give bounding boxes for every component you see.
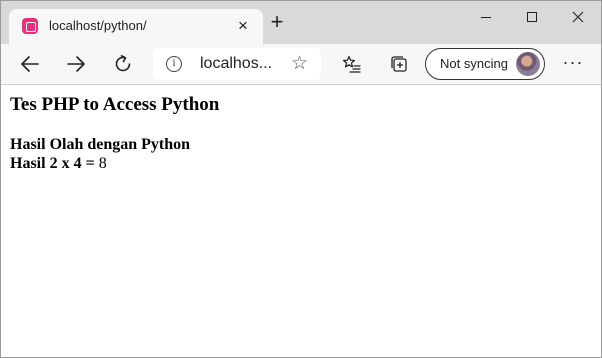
window-close-button[interactable] (555, 1, 601, 33)
favorites-button[interactable] (337, 49, 367, 79)
arrow-left-icon (21, 56, 39, 72)
collections-icon (391, 56, 407, 72)
collections-button[interactable] (384, 49, 414, 79)
info-icon[interactable]: i (166, 56, 182, 72)
result-value: 8 (98, 155, 107, 172)
minimize-button[interactable] (463, 1, 509, 33)
maximize-button[interactable] (509, 1, 555, 33)
favorite-star-icon[interactable]: ☆ (291, 52, 308, 76)
toolbar: i localhos... ☆ Not syncing ··· (1, 44, 601, 85)
address-bar[interactable]: i localhos... ☆ (153, 48, 321, 80)
result-line: Hasil 2 x 4 = 8 (10, 155, 107, 173)
minimize-icon (481, 17, 491, 18)
refresh-button[interactable] (108, 49, 138, 79)
page-content: Tes PHP to Access Python Hasil Olah deng… (1, 86, 601, 357)
favorites-list-icon (342, 55, 361, 73)
tab-title: localhost/python/ (49, 18, 147, 33)
wamp-favicon-icon (22, 18, 38, 34)
tab-strip: localhost/python/ × + (1, 1, 601, 44)
tab-close-icon[interactable]: × (234, 15, 252, 37)
maximize-icon (527, 12, 537, 22)
page-heading: Tes PHP to Access Python (10, 94, 220, 115)
refresh-icon (115, 55, 131, 72)
url-text[interactable]: localhos... (200, 55, 272, 73)
sync-status-label: Not syncing (440, 56, 508, 71)
result-label-line: Hasil Olah dengan Python (10, 136, 191, 153)
back-button[interactable] (15, 49, 45, 79)
sync-profile-button[interactable]: Not syncing (425, 48, 545, 80)
close-icon (572, 11, 584, 23)
forward-button[interactable] (61, 49, 91, 79)
browser-window: localhost/python/ × + i localhos... ☆ No… (0, 0, 602, 358)
new-tab-button[interactable]: + (266, 11, 288, 33)
arrow-right-icon (67, 56, 85, 72)
tab-active[interactable]: localhost/python/ × (9, 9, 263, 44)
result-expression: Hasil 2 x 4 = (10, 155, 95, 172)
avatar (516, 52, 540, 76)
more-menu-icon[interactable]: ··· (561, 52, 585, 76)
